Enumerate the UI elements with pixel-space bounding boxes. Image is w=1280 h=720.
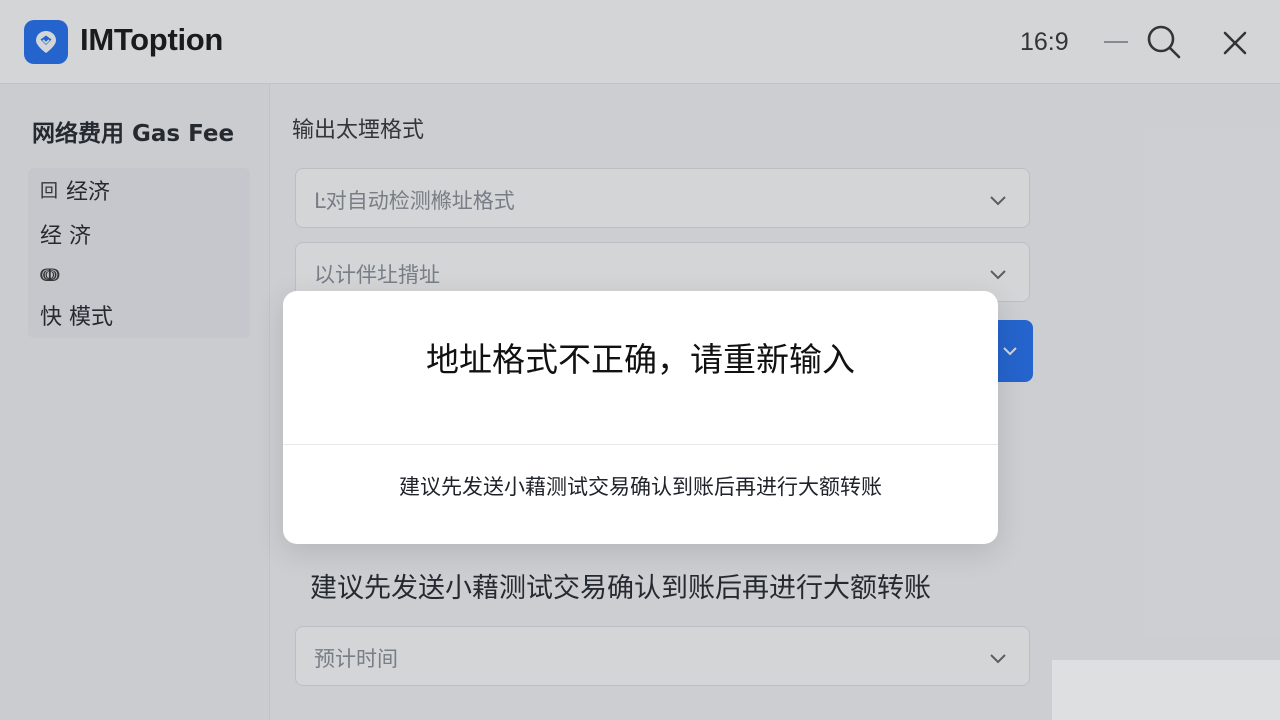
dialog-divider [283, 444, 998, 445]
watermark [1052, 660, 1280, 720]
error-dialog: 地址格式不正确，请重新输入 建议先发送小藉测试交易确认到账后再进行大额转账 [283, 291, 998, 544]
dialog-message: 建议先发送小藉测试交易确认到账后再进行大额转账 [399, 475, 882, 499]
dialog-title: 地址格式不正确，请重新输入 [426, 340, 855, 379]
